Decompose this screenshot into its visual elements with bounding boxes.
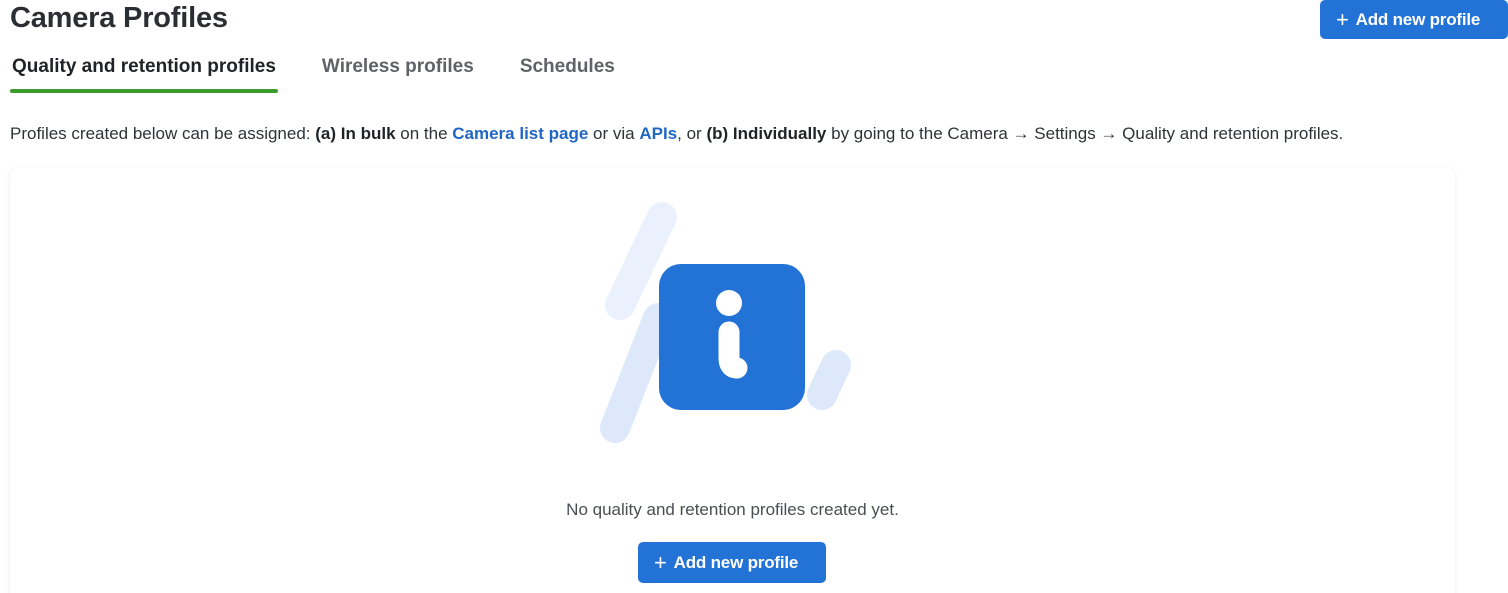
profile-tabs: Quality and retention profiles Wireless … [10,52,659,93]
info-bulk: (a) In bulk [315,124,396,143]
info-or-via: or via [588,124,640,143]
apis-link[interactable]: APIs [639,124,677,143]
empty-state-message: No quality and retention profiles create… [566,500,899,519]
add-new-profile-label: Add new profile [673,552,799,572]
camera-profiles-page: Camera Profiles + Add new profile Qualit… [0,0,1508,593]
add-new-profile-label: Add new profile [1355,9,1481,29]
plus-icon: + [1336,6,1349,32]
info-on-the: on the [395,124,453,143]
assignment-info-text: Profiles created below can be assigned: … [10,124,1343,144]
tab-schedules[interactable]: Schedules [518,52,617,93]
decor-stripe-left [600,303,673,443]
decor-stripe-top [605,202,677,320]
tab-label: Schedules [519,56,615,77]
add-new-profile-button[interactable]: + Add new profile [1320,0,1508,39]
info-suffix: by going to the Camera → Settings → Qual… [826,124,1344,143]
add-new-profile-empty-state-button[interactable]: + Add new profile [638,542,826,583]
tab-label: Quality and retention profiles [12,56,276,77]
tab-wireless-profiles[interactable]: Wireless profiles [320,52,476,93]
tab-label: Wireless profiles [321,56,474,77]
info-icon [659,264,805,410]
decor-stripe-right [807,350,851,410]
camera-list-page-link[interactable]: Camera list page [452,124,588,143]
page-title: Camera Profiles [10,2,228,34]
info-individually: (b) Individually [706,124,827,143]
info-prefix: Profiles created below can be assigned: [10,124,316,143]
info-comma-or: , or [677,124,707,143]
plus-icon: + [654,549,667,575]
tab-quality-and-retention[interactable]: Quality and retention profiles [10,52,278,93]
empty-state-illustration [600,202,851,443]
